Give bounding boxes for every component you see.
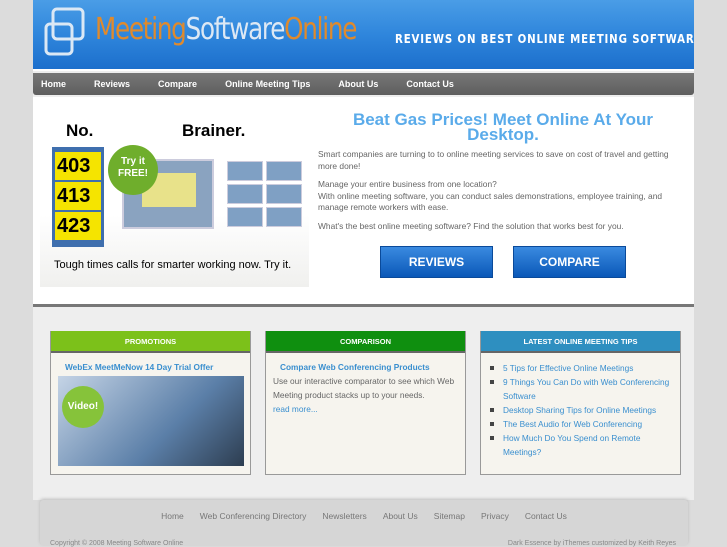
- hero-title: Beat Gas Prices! Meet Online At Your Des…: [352, 110, 654, 144]
- read-more-link[interactable]: read more...: [273, 404, 318, 414]
- compare-button[interactable]: COMPARE: [513, 246, 626, 278]
- footer-directory[interactable]: Web Conferencing Directory: [200, 511, 307, 521]
- nav-reviews[interactable]: Reviews: [94, 79, 130, 89]
- promo-banner[interactable]: No. Brainer. 403 413 423 Try it FREE! To…: [40, 107, 309, 287]
- reviews-button[interactable]: REVIEWS: [380, 246, 493, 278]
- logo-word: Online: [284, 12, 357, 47]
- banner-no: No.: [66, 121, 94, 140]
- main-nav: Home Reviews Compare Online Meeting Tips…: [33, 73, 694, 95]
- footer-privacy[interactable]: Privacy: [481, 511, 509, 521]
- copyright: Copyright © 2008 Meeting Software Online: [50, 540, 184, 547]
- hero-paragraph: Manage your entire business from one loc…: [318, 179, 688, 214]
- footer-links: Home Web Conferencing Directory Newslett…: [40, 511, 688, 521]
- comparison-text: Use our interactive comparator to see wh…: [273, 376, 455, 400]
- tip-link[interactable]: 5 Tips for Effective Online Meetings: [488, 361, 673, 375]
- nav-compare[interactable]: Compare: [158, 79, 197, 89]
- hero-text: Beat Gas Prices! Meet Online At Your Des…: [318, 110, 688, 278]
- logo-word: Meeting: [95, 12, 187, 47]
- theme-credit: Dark Essence by iThemes customized by Ke…: [507, 540, 676, 547]
- tip-link[interactable]: Desktop Sharing Tips for Online Meetings: [488, 403, 673, 417]
- nav-home[interactable]: Home: [41, 79, 66, 89]
- thumbnail-grid: [227, 161, 305, 227]
- comparison-link[interactable]: Compare Web Conferencing Products: [273, 361, 458, 374]
- tips-box: LATEST ONLINE MEETING TIPS 5 Tips for Ef…: [480, 331, 681, 475]
- tips-list: 5 Tips for Effective Online Meetings 9 T…: [488, 361, 673, 459]
- hero-paragraph: Smart companies are turning to to online…: [318, 149, 669, 171]
- footer-contact[interactable]: Contact Us: [525, 511, 567, 521]
- hero-line: With online meeting software, you can co…: [318, 190, 663, 213]
- hero-section: No. Brainer. 403 413 423 Try it FREE! To…: [33, 97, 694, 307]
- promotion-image[interactable]: Video!: [58, 376, 244, 466]
- site-logo[interactable]: MeetingSoftwareOnline: [95, 12, 357, 47]
- footer-about[interactable]: About Us: [383, 511, 418, 521]
- gas-price: 413: [55, 182, 101, 210]
- comparison-box: COMPARISON Compare Web Conferencing Prod…: [265, 331, 466, 475]
- tips-heading: LATEST ONLINE MEETING TIPS: [481, 331, 680, 353]
- promotion-link[interactable]: WebEx MeetMeNow 14 Day Trial Offer: [58, 361, 243, 374]
- promotions-heading: PROMOTIONS: [51, 331, 250, 353]
- gas-price: 423: [55, 212, 101, 240]
- tip-link[interactable]: 9 Things You Can Do with Web Conferencin…: [488, 375, 673, 403]
- banner-caption: Tough times calls for smarter working no…: [54, 259, 292, 271]
- footer-newsletters[interactable]: Newsletters: [322, 511, 366, 521]
- banner-brainer: Brainer.: [182, 121, 246, 140]
- site-footer: Home Web Conferencing Directory Newslett…: [40, 500, 688, 547]
- promotions-box: PROMOTIONS WebEx MeetMeNow 14 Day Trial …: [50, 331, 251, 475]
- cta-buttons: REVIEWS COMPARE: [318, 246, 688, 278]
- gas-price: 403: [55, 152, 101, 180]
- tagline: REVIEWS ON BEST ONLINE MEETING SOFTWARE: [395, 32, 694, 46]
- logo-word: Software: [185, 12, 286, 47]
- nav-online-meeting-tips[interactable]: Online Meeting Tips: [225, 79, 310, 89]
- monitor-logo-icon: [44, 7, 85, 56]
- video-badge: Video!: [62, 386, 104, 428]
- comparison-heading: COMPARISON: [266, 331, 465, 353]
- tip-link[interactable]: The Best Audio for Web Conferencing: [488, 417, 673, 431]
- site-header: MeetingSoftwareOnline REVIEWS ON BEST ON…: [33, 0, 694, 71]
- try-free-badge: Try it FREE!: [108, 145, 158, 195]
- gas-price-sign: 403 413 423: [52, 147, 104, 247]
- nav-contact-us[interactable]: Contact Us: [406, 79, 454, 89]
- footer-home[interactable]: Home: [161, 511, 184, 521]
- hero-paragraph: What's the best online meeting software?…: [318, 220, 624, 231]
- tip-link[interactable]: How Much Do You Spend on Remote Meetings…: [488, 431, 673, 459]
- nav-about-us[interactable]: About Us: [338, 79, 378, 89]
- hero-line: Manage your entire business from one loc…: [318, 179, 497, 189]
- footer-sitemap[interactable]: Sitemap: [434, 511, 465, 521]
